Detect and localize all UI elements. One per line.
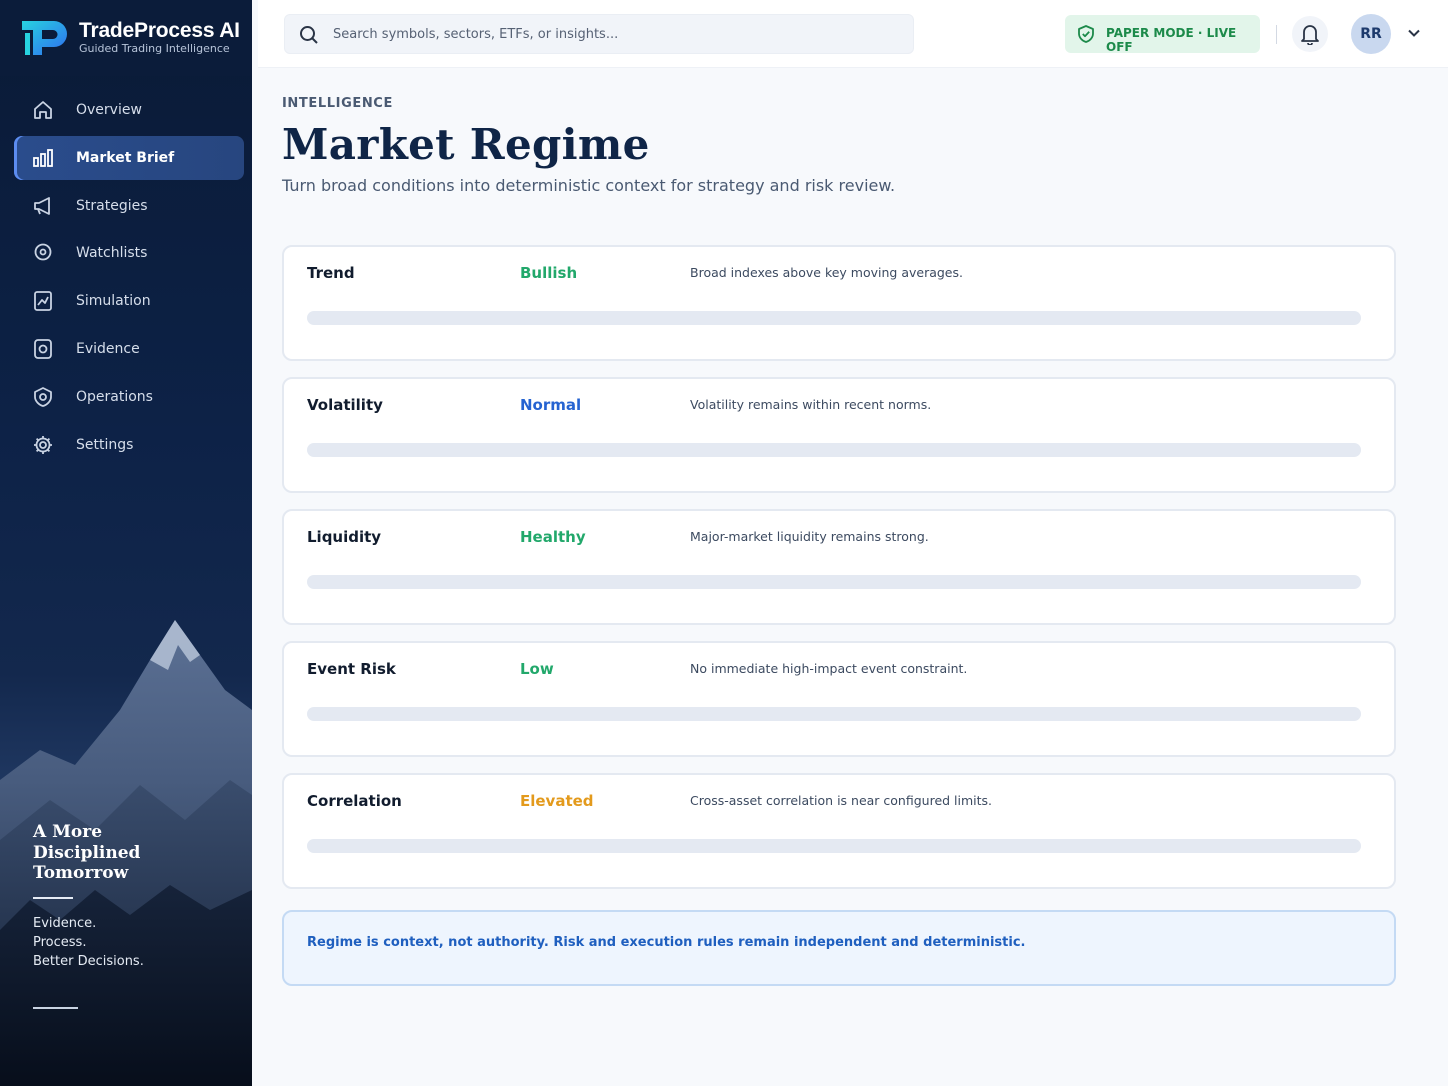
gear-icon xyxy=(34,435,52,454)
search-box[interactable] xyxy=(284,14,914,54)
sidebar-item-label: Market Brief xyxy=(76,149,175,166)
subtext-line: Process. xyxy=(33,935,87,950)
regime-label: Correlation xyxy=(307,792,402,810)
slogan-line: Tomorrow xyxy=(33,863,129,883)
brand[interactable]: TradeProcess AI Guided Trading Intellige… xyxy=(0,0,252,76)
regime-note-callout: Regime is context, not authority. Risk a… xyxy=(282,910,1396,986)
shield-check-icon xyxy=(1078,25,1094,43)
bar-chart-icon xyxy=(33,148,53,167)
search-icon xyxy=(300,26,318,44)
regime-description: No immediate high-impact event constrain… xyxy=(690,661,968,676)
regime-card-correlation: Correlation Elevated Cross-asset correla… xyxy=(282,773,1396,889)
slogan-divider xyxy=(33,897,73,899)
regime-status: Bullish xyxy=(520,264,578,282)
sidebar: TradeProcess AI Guided Trading Intellige… xyxy=(0,0,252,1086)
regime-progress-track xyxy=(307,575,1361,589)
regime-description: Broad indexes above key moving averages. xyxy=(690,265,963,280)
notifications-button[interactable] xyxy=(1292,16,1328,52)
sidebar-item-label: Simulation xyxy=(76,293,151,310)
regime-status: Healthy xyxy=(520,528,586,546)
top-bar: PAPER MODE · LIVE OFF RR xyxy=(258,0,1448,68)
subtext-line: Better Decisions. xyxy=(33,954,144,969)
regime-label: Volatility xyxy=(307,396,383,414)
brand-tagline: Guided Trading Intelligence xyxy=(79,42,230,55)
sidebar-item-watchlists[interactable]: Watchlists xyxy=(14,231,244,275)
sidebar-item-evidence[interactable]: Evidence xyxy=(14,327,244,371)
sidebar-slogan: A More Disciplined Tomorrow xyxy=(33,822,233,884)
regime-card-volatility: Volatility Normal Volatility remains wit… xyxy=(282,377,1396,493)
subtext-line: Evidence. xyxy=(33,916,97,931)
camera-square-icon xyxy=(34,339,52,359)
regime-card-trend: Trend Bullish Broad indexes above key mo… xyxy=(282,245,1396,361)
sidebar-item-strategies[interactable]: Strategies xyxy=(14,184,244,228)
regime-status: Elevated xyxy=(520,792,594,810)
sidebar-nav: Overview Market Brief Strategies Watchli… xyxy=(14,88,244,470)
sidebar-item-label: Evidence xyxy=(76,340,140,357)
sidebar-item-operations[interactable]: Operations xyxy=(14,375,244,419)
search-input[interactable] xyxy=(333,19,893,49)
sidebar-item-market-brief[interactable]: Market Brief xyxy=(14,135,244,180)
brand-name: TradeProcess AI xyxy=(79,19,240,42)
mode-badge-label: PAPER MODE · LIVE OFF xyxy=(1106,26,1237,54)
bell-icon xyxy=(1301,25,1319,45)
shield-gear-icon xyxy=(34,386,52,407)
chevron-down-icon[interactable] xyxy=(1407,26,1421,40)
sidebar-item-label: Settings xyxy=(76,436,134,453)
topbar-divider xyxy=(1276,25,1277,44)
regime-status: Normal xyxy=(520,396,582,414)
sidebar-item-settings[interactable]: Settings xyxy=(14,423,244,467)
regime-progress-track xyxy=(307,443,1361,457)
page-title: Market Regime xyxy=(282,120,650,169)
slogan-line: A More xyxy=(33,822,103,842)
slogan-line: Disciplined xyxy=(33,842,141,863)
regime-description: Major-market liquidity remains strong. xyxy=(690,529,929,544)
user-avatar[interactable]: RR xyxy=(1351,14,1391,54)
regime-card-liquidity: Liquidity Healthy Major-market liquidity… xyxy=(282,509,1396,625)
section-eyebrow: INTELLIGENCE xyxy=(282,96,393,111)
regime-label: Liquidity xyxy=(307,528,382,546)
location-pin-icon xyxy=(34,243,52,261)
note-text: Regime is context, not authority. Risk a… xyxy=(307,935,1026,950)
regime-description: Volatility remains within recent norms. xyxy=(690,397,932,412)
sidebar-subtext: Evidence. Process. Better Decisions. xyxy=(33,914,144,971)
chart-square-icon xyxy=(34,291,52,312)
regime-progress-track xyxy=(307,311,1361,325)
sidebar-item-label: Strategies xyxy=(76,197,148,214)
regime-card-event-risk: Event Risk Low No immediate high-impact … xyxy=(282,641,1396,757)
megaphone-icon xyxy=(34,196,50,215)
regime-status: Low xyxy=(520,660,554,678)
sidebar-item-simulation[interactable]: Simulation xyxy=(14,279,244,323)
regime-progress-track xyxy=(307,839,1361,853)
regime-description: Cross-asset correlation is near configur… xyxy=(690,793,993,808)
regime-label: Event Risk xyxy=(307,660,396,678)
tp-logo-icon xyxy=(22,21,67,55)
paper-mode-badge[interactable]: PAPER MODE · LIVE OFF xyxy=(1065,15,1260,54)
footer-divider xyxy=(33,1007,78,1009)
sidebar-item-label: Watchlists xyxy=(76,245,148,262)
regime-progress-track xyxy=(307,707,1361,721)
home-icon xyxy=(34,101,52,119)
sidebar-item-label: Operations xyxy=(76,388,153,405)
sidebar-item-overview[interactable]: Overview xyxy=(14,88,244,132)
regime-label: Trend xyxy=(307,264,355,282)
page-subtitle: Turn broad conditions into deterministic… xyxy=(282,176,896,195)
sidebar-item-label: Overview xyxy=(76,102,142,118)
